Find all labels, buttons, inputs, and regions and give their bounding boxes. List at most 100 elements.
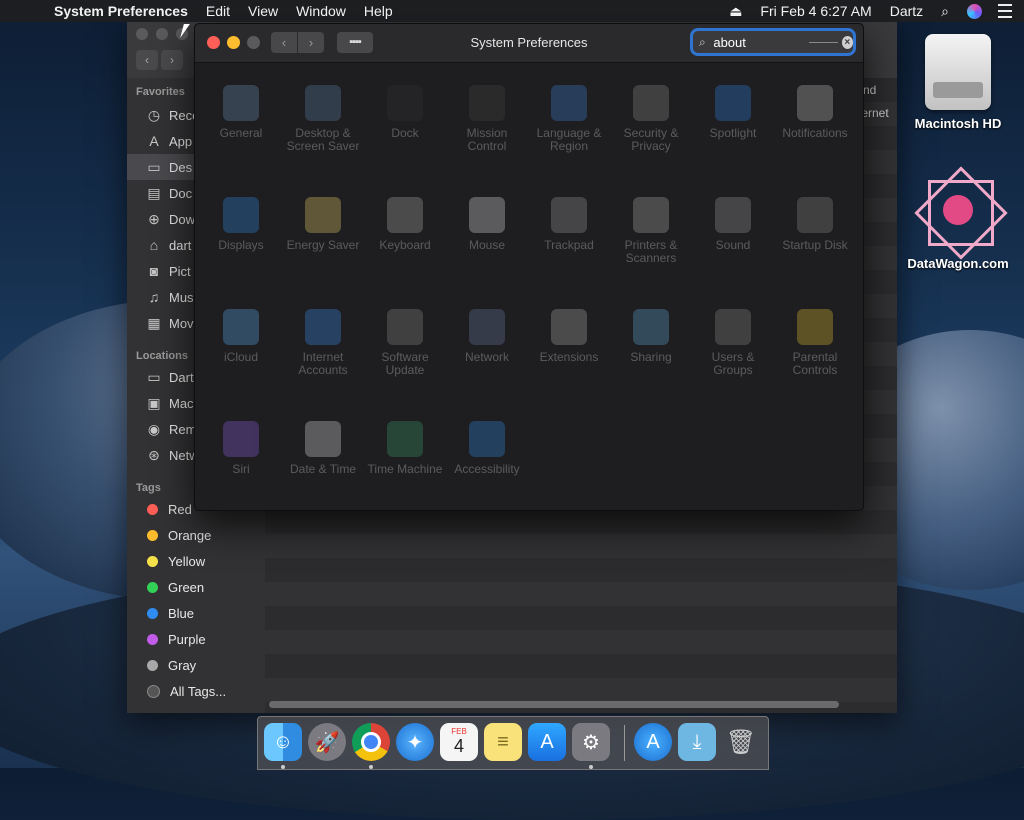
chrome-dock-icon[interactable] <box>352 723 390 761</box>
pane-label: General <box>219 126 263 140</box>
pane-startup-disk[interactable]: Startup Disk <box>774 197 856 252</box>
pane-users-groups[interactable]: Users & Groups <box>692 309 774 377</box>
calendar-dock-icon[interactable]: FEB 4 <box>440 723 478 761</box>
house-icon <box>633 85 669 121</box>
pane-label: Keyboard <box>379 238 431 252</box>
clock-icon: ◷ <box>147 106 161 123</box>
pane-notifications[interactable]: Notifications <box>774 85 856 140</box>
pane-date-time[interactable]: Date & Time <box>282 421 364 476</box>
tag-yellow[interactable]: Yellow <box>127 548 265 574</box>
finder-dock-icon[interactable]: ☺ <box>264 723 302 761</box>
pane-spotlight[interactable]: Spotlight <box>692 85 774 140</box>
pane-general[interactable]: General <box>200 85 282 140</box>
pane-sound[interactable]: Sound <box>692 197 774 252</box>
finder-close-button[interactable] <box>136 28 148 40</box>
pane-network[interactable]: Network <box>446 309 528 364</box>
pane-label: Parental Controls <box>792 350 838 377</box>
pane-sharing[interactable]: Sharing <box>610 309 692 364</box>
pane-mission-control[interactable]: Mission Control <box>446 85 528 153</box>
safari-compass-icon[interactable]: ✦ <box>396 723 434 761</box>
pane-label: Spotlight <box>709 126 757 140</box>
printer-icon <box>633 197 669 233</box>
pane-parental-controls[interactable]: Parental Controls <box>774 309 856 377</box>
pane-label: Time Machine <box>367 462 443 476</box>
finder-back-button[interactable]: ‹ <box>136 50 158 70</box>
clock-text[interactable]: Fri Feb 4 6:27 AM <box>751 3 880 19</box>
notes-dock-icon[interactable]: ≡ <box>484 723 522 761</box>
app-store-downloads-icon[interactable]: A <box>634 723 672 761</box>
pane-dock[interactable]: Dock <box>364 85 446 140</box>
menu-edit[interactable]: Edit <box>197 3 239 19</box>
computer-icon: ▭ <box>147 368 161 385</box>
disc-icon: ◉ <box>147 420 161 437</box>
clear-search-icon[interactable]: × <box>841 35 853 49</box>
disk-icon <box>797 197 833 233</box>
menu-extras: ⏏ Fri Feb 4 6:27 AM Dartz ⌕ <box>720 3 1024 20</box>
pane-internet-accounts[interactable]: Internet Accounts <box>282 309 364 377</box>
pane-printers-scanners[interactable]: Printers & Scanners <box>610 197 692 265</box>
pane-siri[interactable]: Siri <box>200 421 282 476</box>
pane-label: Sharing <box>630 350 672 364</box>
menu-help[interactable]: Help <box>355 3 402 19</box>
desktop-icon <box>305 85 341 121</box>
pane-security-privacy[interactable]: Security & Privacy <box>610 85 692 153</box>
dock: ☺ 🚀 ✦ FEB 4 ≡ A ⚙ A ⤓ 🗑 <box>257 716 769 770</box>
trash-icon[interactable]: 🗑 <box>722 723 760 761</box>
pane-trackpad[interactable]: Trackpad <box>528 197 610 252</box>
menu-view[interactable]: View <box>239 3 287 19</box>
blue-dot-icon <box>147 607 158 619</box>
pane-keyboard[interactable]: Keyboard <box>364 197 446 252</box>
finder-horizontal-scrollbar[interactable] <box>269 701 839 708</box>
pane-mouse[interactable]: Mouse <box>446 197 528 252</box>
globe-icon <box>551 85 587 121</box>
keyboard-icon <box>387 197 423 233</box>
desktop-icon-macintosh-hd[interactable]: Macintosh HD <box>898 34 1018 131</box>
pane-label: Siri <box>232 462 250 476</box>
pane-time-machine[interactable]: Time Machine <box>364 421 446 476</box>
tag-all-tags[interactable]: All Tags... <box>127 678 265 704</box>
tag-purple[interactable]: Purple <box>127 626 265 652</box>
pane-extensions[interactable]: Extensions <box>528 309 610 364</box>
desktop-icon: ▭ <box>147 158 161 175</box>
pane-energy-saver[interactable]: Energy Saver <box>282 197 364 252</box>
finder-minimize-button[interactable] <box>156 28 168 40</box>
notification-center-icon[interactable] <box>998 4 1012 18</box>
tag-green[interactable]: Green <box>127 574 265 600</box>
pane-label: Displays <box>218 238 264 252</box>
menu-bar: System Preferences Edit View Window Help… <box>0 0 1024 22</box>
download-icon: ⊕ <box>148 210 160 227</box>
app-store-dock-icon[interactable]: A <box>528 723 566 761</box>
finder-forward-button[interactable]: › <box>161 50 183 70</box>
spotlight-search-icon[interactable]: ⌕ <box>932 3 958 20</box>
pane-software-update[interactable]: Software Update <box>364 309 446 377</box>
pane-label: Accessibility <box>454 462 520 476</box>
tags-header: Tags <box>136 482 161 494</box>
menu-window[interactable]: Window <box>287 3 355 19</box>
users-icon <box>715 309 751 345</box>
at-sign-icon <box>305 309 341 345</box>
red-dot-icon <box>147 503 158 515</box>
downloads-folder-icon[interactable]: ⤓ <box>678 723 716 761</box>
tag-orange[interactable]: Orange <box>127 522 265 548</box>
pane-accessibility[interactable]: Accessibility <box>446 421 528 476</box>
eject-icon[interactable]: ⏏ <box>720 3 751 20</box>
search-input[interactable] <box>711 34 806 50</box>
sysprefs-running-indicator <box>589 765 593 769</box>
user-menu[interactable]: Dartz <box>881 3 932 19</box>
tag-blue[interactable]: Blue <box>127 600 265 626</box>
pane-language-region[interactable]: Language & Region <box>528 85 610 153</box>
pane-icloud[interactable]: iCloud <box>200 309 282 364</box>
app-menu[interactable]: System Preferences <box>40 3 197 19</box>
search-field[interactable]: ⌕ × <box>693 31 853 53</box>
tag-gray[interactable]: Gray <box>127 652 265 678</box>
system-preferences-dock-icon[interactable]: ⚙ <box>572 723 610 761</box>
speaker-icon <box>715 197 751 233</box>
pane-label: Users & Groups <box>711 350 755 377</box>
pane-displays[interactable]: Displays <box>200 197 282 252</box>
launchpad-dock-icon[interactable]: 🚀 <box>308 723 346 761</box>
datawagon-logo-icon <box>914 166 1008 260</box>
desktop-icon-datawagon[interactable]: DataWagon.com <box>898 166 1018 271</box>
siri-menu-icon[interactable] <box>967 3 982 19</box>
orange-dot-icon <box>147 529 158 541</box>
pane-desktop-screen-saver[interactable]: Desktop & Screen Saver <box>282 85 364 153</box>
